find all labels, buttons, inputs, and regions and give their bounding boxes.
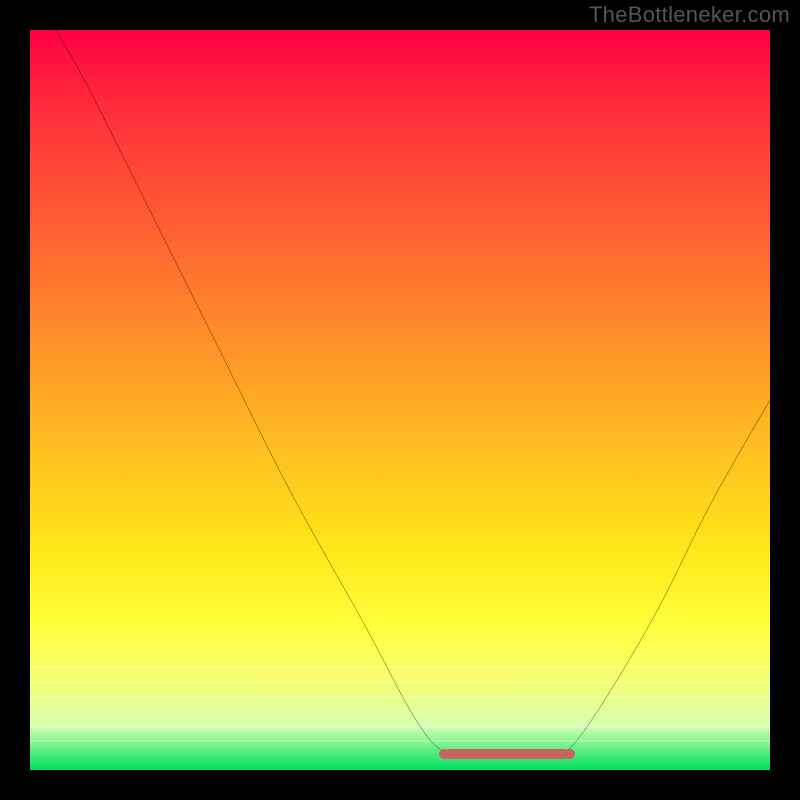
watermark-text: TheBottleneker.com <box>589 2 790 28</box>
optimal-range-end-right <box>565 749 575 759</box>
chart-frame: TheBottleneker.com <box>0 0 800 800</box>
bottleneck-curve <box>30 30 770 770</box>
optimal-range-marker <box>444 749 570 759</box>
plot-area <box>30 30 770 770</box>
